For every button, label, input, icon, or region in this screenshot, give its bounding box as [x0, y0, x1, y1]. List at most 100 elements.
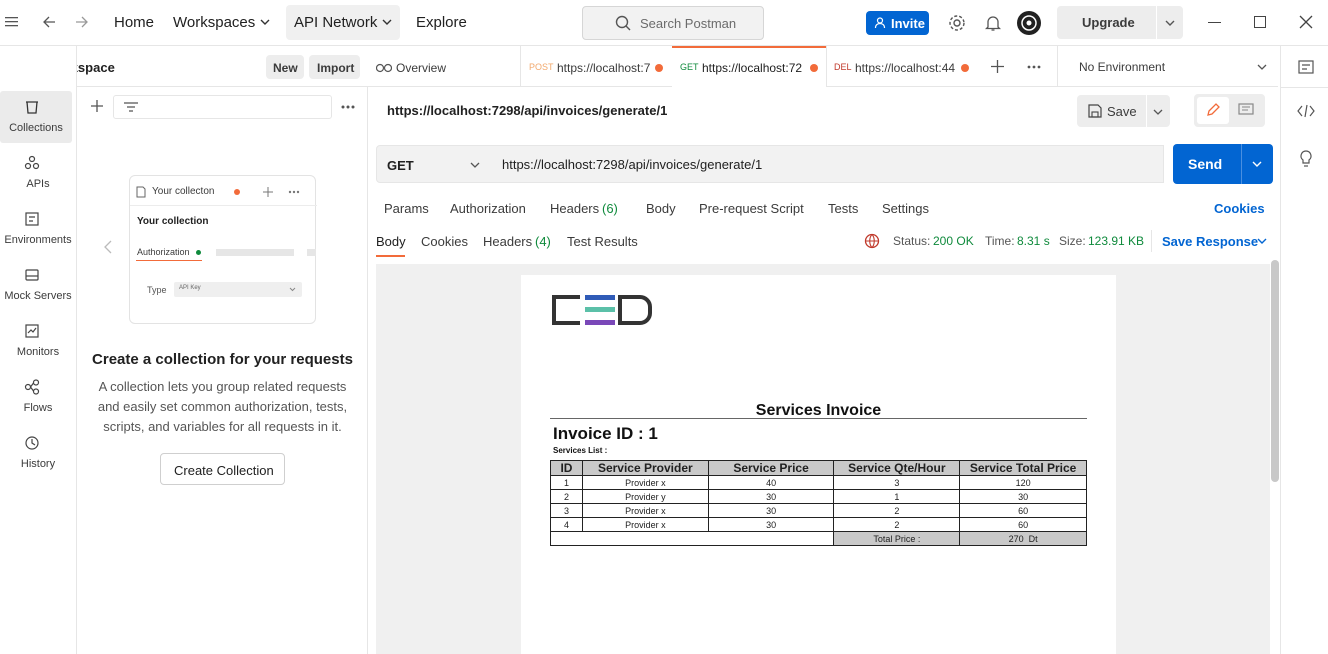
close-icon[interactable]	[1299, 15, 1313, 29]
chevron-down-icon[interactable]	[1257, 237, 1267, 245]
send-button[interactable]: Send	[1173, 144, 1273, 184]
chevron-left-icon[interactable]	[104, 240, 112, 254]
table-cell: Provider y	[581, 489, 709, 504]
bell-icon[interactable]	[985, 14, 1001, 32]
request-title[interactable]: https://localhost:7298/api/invoices/gene…	[387, 103, 667, 118]
table-cell: 2	[833, 503, 961, 518]
table-cell: 1	[550, 475, 583, 490]
add-user-icon	[874, 17, 887, 29]
preview-type-select: API Key	[174, 282, 302, 297]
rail-environments[interactable]: Environments	[0, 203, 76, 255]
scrollbar[interactable]	[1271, 260, 1279, 482]
menu-icon[interactable]	[5, 15, 19, 29]
chevron-down-icon[interactable]	[1252, 160, 1262, 168]
chevron-down-icon	[260, 18, 270, 26]
cookies-link[interactable]: Cookies	[1214, 201, 1265, 216]
lightbulb-icon[interactable]	[1299, 150, 1313, 168]
environment-label: No Environment	[1079, 60, 1166, 74]
resp-tab-test-results[interactable]: Test Results	[567, 234, 638, 249]
nav-workspaces[interactable]: Workspaces	[173, 14, 255, 31]
minimize-icon[interactable]	[1208, 22, 1221, 23]
rail-collections[interactable]: Collections	[0, 91, 72, 143]
code-icon[interactable]	[1297, 104, 1315, 118]
tab-body[interactable]: Body	[646, 201, 676, 216]
back-arrow-icon[interactable]	[42, 15, 56, 29]
plus-icon[interactable]	[91, 100, 103, 112]
preview-plus-icon	[263, 187, 273, 197]
document-icon	[136, 186, 146, 198]
method-badge: DEL	[834, 62, 852, 72]
tab-tests[interactable]: Tests	[828, 201, 858, 216]
create-collection-button[interactable]: Create Collection	[160, 453, 285, 485]
rail-history[interactable]: History	[0, 427, 76, 479]
placeholder-bar	[307, 249, 316, 256]
gear-icon[interactable]	[948, 14, 966, 32]
tab-params[interactable]: Params	[384, 201, 429, 216]
new-button[interactable]: New	[266, 55, 304, 79]
tab-more-icon[interactable]	[1027, 65, 1041, 69]
resp-tab-body[interactable]: Body	[376, 234, 406, 249]
save-response-button[interactable]: Save Response	[1162, 234, 1258, 249]
tab-headers[interactable]: Headers	[550, 201, 599, 216]
column-header: Service Price	[707, 460, 835, 476]
column-header: Service Total Price	[959, 460, 1087, 476]
forward-arrow-icon[interactable]	[75, 15, 89, 29]
method-select[interactable]: GET	[376, 145, 491, 183]
preview-type-label: Type	[147, 285, 167, 295]
overview-icon	[376, 61, 392, 73]
size-value[interactable]: 123.91 KB	[1088, 234, 1144, 248]
comment-mode-button[interactable]	[1238, 103, 1254, 117]
environment-select[interactable]: No Environment	[1057, 46, 1278, 87]
resp-tab-headers[interactable]: Headers	[483, 234, 532, 249]
rail-apis[interactable]: APIs	[0, 147, 76, 199]
search-input[interactable]: Search Postman	[582, 6, 764, 40]
column-header: ID	[550, 460, 583, 476]
tab-post-request[interactable]: POST https://localhost:7	[520, 46, 668, 87]
environment-quicklook-icon[interactable]	[1298, 59, 1314, 75]
status-value[interactable]: 200 OK	[933, 234, 974, 248]
import-button[interactable]: Import	[309, 55, 360, 79]
time-label: Time:	[985, 234, 1015, 248]
table-cell: Provider x	[581, 475, 709, 490]
filter-input[interactable]	[113, 95, 332, 119]
url-input[interactable]: https://localhost:7298/api/invoices/gene…	[490, 145, 1164, 183]
edit-mode-button[interactable]	[1197, 97, 1229, 124]
table-row: 1 Provider x 40 3 120	[550, 475, 1087, 490]
table-cell: 60	[959, 503, 1087, 518]
chevron-down-icon[interactable]	[1165, 19, 1175, 27]
tab-prerequest-script[interactable]: Pre-request Script	[699, 201, 804, 216]
save-button[interactable]: Save	[1077, 95, 1170, 127]
nav-home[interactable]: Home	[114, 14, 154, 31]
rail-monitors[interactable]: Monitors	[0, 315, 76, 367]
column-header: Service Provider	[581, 460, 709, 476]
tab-overview[interactable]: Overview	[368, 46, 520, 87]
globe-icon[interactable]	[864, 233, 880, 249]
tab-settings[interactable]: Settings	[882, 201, 929, 216]
rail-label: Collections	[9, 122, 63, 134]
tab-authorization[interactable]: Authorization	[450, 201, 526, 216]
method-label: GET	[387, 158, 414, 173]
more-icon[interactable]	[341, 105, 355, 109]
table-cell-empty	[549, 531, 835, 546]
maximize-icon[interactable]	[1254, 16, 1266, 28]
avatar[interactable]	[1017, 11, 1041, 35]
preview-auth-tab: Authorization	[137, 247, 190, 257]
table-cell: 30	[959, 489, 1087, 504]
unsaved-dot	[655, 64, 663, 72]
chevron-down-icon[interactable]	[1153, 108, 1163, 116]
rail-flows[interactable]: Flows	[0, 371, 76, 423]
resp-tab-cookies[interactable]: Cookies	[421, 234, 468, 249]
time-value[interactable]: 8.31 s	[1017, 234, 1050, 248]
tab-label: https://localhost:72	[702, 61, 803, 75]
tab-get-request[interactable]: GET https://localhost:72	[672, 46, 826, 87]
new-tab-icon[interactable]	[991, 60, 1004, 73]
upgrade-button[interactable]: Upgrade	[1057, 6, 1183, 39]
empty-heading: Create a collection for your requests	[92, 351, 353, 368]
nav-explore[interactable]: Explore	[416, 14, 467, 31]
invite-button[interactable]: Invite	[866, 11, 929, 35]
tab-delete-request[interactable]: DEL https://localhost:44	[826, 46, 974, 87]
divider	[1156, 6, 1157, 39]
nav-api-network[interactable]: API Network	[294, 14, 377, 31]
rail-mock-servers[interactable]: Mock Servers	[0, 259, 76, 311]
rail-label: Flows	[23, 402, 53, 414]
